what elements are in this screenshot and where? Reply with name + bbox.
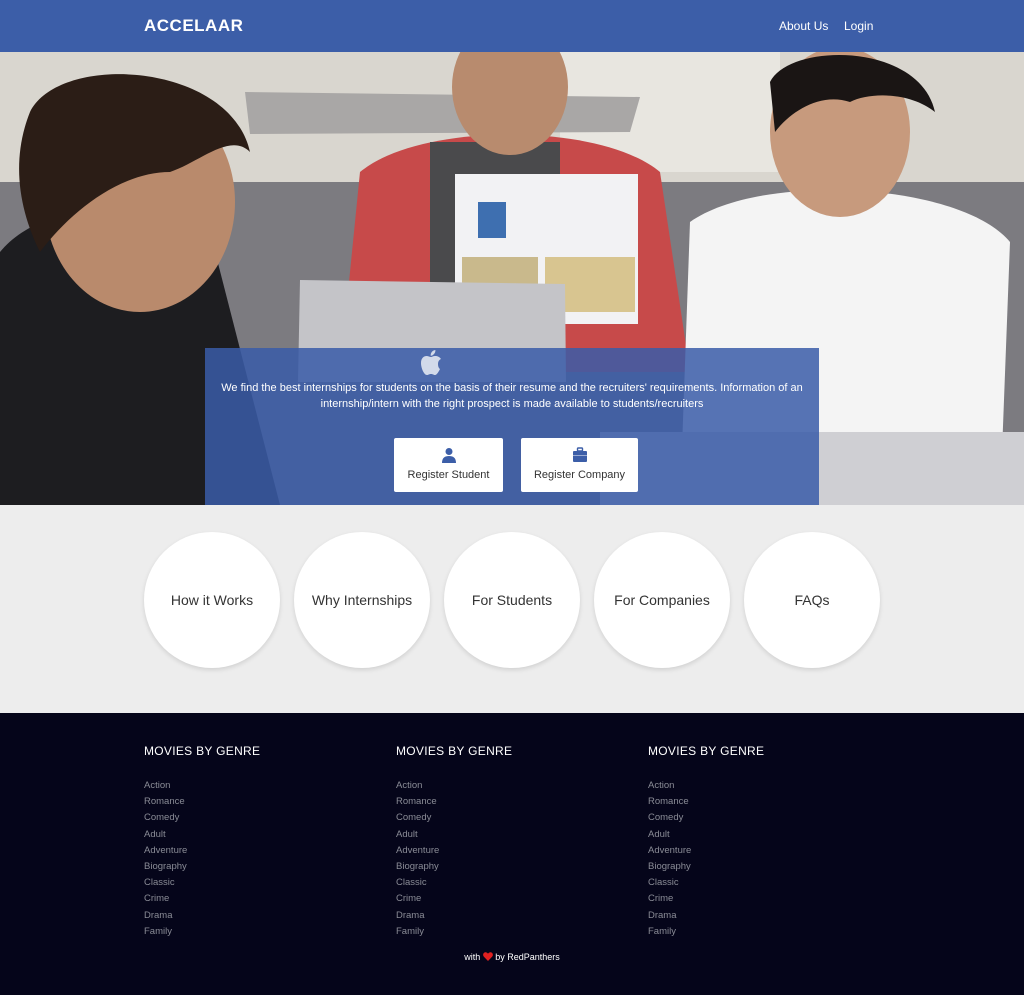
apple-logo-icon xyxy=(421,350,441,375)
footer-link-adventure[interactable]: Adventure xyxy=(396,843,512,859)
how-it-works-circle[interactable]: How it Works xyxy=(144,532,280,668)
for-companies-circle[interactable]: For Companies xyxy=(594,532,730,668)
register-student-button[interactable]: Register Student xyxy=(394,438,503,492)
why-internships-circle[interactable]: Why Internships xyxy=(294,532,430,668)
register-company-button[interactable]: Register Company xyxy=(521,438,638,492)
footer-link-action[interactable]: Action xyxy=(648,778,764,794)
footer-link-classic[interactable]: Classic xyxy=(648,875,764,891)
footer-column-heading: MOVIES BY GENRE xyxy=(396,744,513,758)
feature-circles-section: How it Works Why Internships For Student… xyxy=(0,505,1024,713)
footer-link-comedy[interactable]: Comedy xyxy=(396,810,512,826)
footer-link-adult[interactable]: Adult xyxy=(396,827,512,843)
nav-login-link[interactable]: Login xyxy=(844,19,873,33)
hero-description: We find the best internships for student… xyxy=(221,382,803,410)
footer-link-family[interactable]: Family xyxy=(396,924,512,940)
hero-overlay-panel xyxy=(205,348,819,505)
footer-link-action[interactable]: Action xyxy=(396,778,512,794)
footer-link-adventure[interactable]: Adventure xyxy=(144,843,260,859)
footer-link-comedy[interactable]: Comedy xyxy=(144,810,260,826)
nav-about-us-link[interactable]: About Us xyxy=(779,19,828,33)
briefcase-icon xyxy=(572,447,587,462)
footer-link-adventure[interactable]: Adventure xyxy=(648,843,764,859)
footer-link-biography[interactable]: Biography xyxy=(648,859,764,875)
register-student-label: Register Student xyxy=(407,469,490,481)
footer: MOVIES BY GENRE Action Romance Comedy Ad… xyxy=(0,713,1024,995)
hero-section: We find the best internships for student… xyxy=(0,52,1024,505)
navbar: ACCELAAR About Us Login xyxy=(0,0,1024,52)
footer-link-drama[interactable]: Drama xyxy=(144,908,260,924)
footer-link-drama[interactable]: Drama xyxy=(396,908,512,924)
footer-column-heading: MOVIES BY GENRE xyxy=(144,744,261,758)
footer-credit: with by RedPanthers xyxy=(0,952,1024,962)
credit-suffix: by RedPanthers xyxy=(495,952,560,962)
footer-link-crime[interactable]: Crime xyxy=(396,891,512,907)
footer-link-classic[interactable]: Classic xyxy=(144,875,260,891)
footer-link-family[interactable]: Family xyxy=(648,924,764,940)
brand-logo[interactable]: ACCELAAR xyxy=(144,16,243,36)
footer-link-adult[interactable]: Adult xyxy=(144,827,260,843)
footer-link-family[interactable]: Family xyxy=(144,924,260,940)
footer-column-2: MOVIES BY GENRE Action Romance Comedy Ad… xyxy=(396,744,512,940)
faqs-circle[interactable]: FAQs xyxy=(744,532,880,668)
footer-link-biography[interactable]: Biography xyxy=(144,859,260,875)
footer-column-3: MOVIES BY GENRE Action Romance Comedy Ad… xyxy=(648,744,764,940)
user-icon xyxy=(441,448,456,463)
footer-link-action[interactable]: Action xyxy=(144,778,260,794)
footer-column-1: MOVIES BY GENRE Action Romance Comedy Ad… xyxy=(144,744,260,940)
footer-link-romance[interactable]: Romance xyxy=(396,794,512,810)
register-company-label: Register Company xyxy=(533,469,626,481)
credit-prefix: with xyxy=(464,952,481,962)
for-students-circle[interactable]: For Students xyxy=(444,532,580,668)
footer-link-classic[interactable]: Classic xyxy=(396,875,512,891)
footer-link-romance[interactable]: Romance xyxy=(648,794,764,810)
footer-link-biography[interactable]: Biography xyxy=(396,859,512,875)
footer-link-crime[interactable]: Crime xyxy=(648,891,764,907)
footer-link-romance[interactable]: Romance xyxy=(144,794,260,810)
footer-link-adult[interactable]: Adult xyxy=(648,827,764,843)
footer-column-heading: MOVIES BY GENRE xyxy=(648,744,765,758)
heart-icon xyxy=(482,952,493,961)
footer-link-crime[interactable]: Crime xyxy=(144,891,260,907)
footer-link-drama[interactable]: Drama xyxy=(648,908,764,924)
footer-link-comedy[interactable]: Comedy xyxy=(648,810,764,826)
